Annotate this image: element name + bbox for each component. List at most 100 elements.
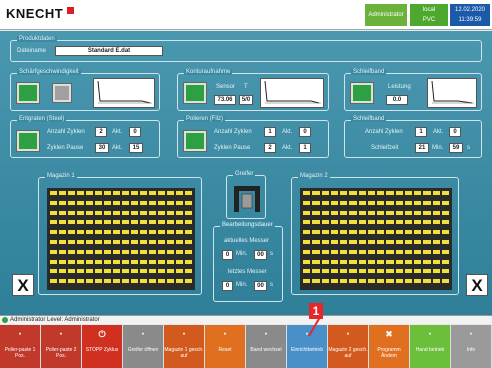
magazine-slot[interactable] <box>50 191 57 195</box>
magazine-slot[interactable] <box>321 279 329 284</box>
magazine-slot[interactable] <box>386 279 394 284</box>
magazine-slot[interactable] <box>349 230 357 235</box>
magazine-slot[interactable] <box>113 279 120 284</box>
magazine-slot[interactable] <box>158 269 165 274</box>
magazine-slot[interactable] <box>104 269 111 274</box>
magazine-slot[interactable] <box>140 230 147 235</box>
magazine-slot[interactable] <box>358 230 366 235</box>
magazine-slot[interactable] <box>404 239 412 244</box>
magazine-slot[interactable] <box>95 200 102 205</box>
magazine-slot[interactable] <box>358 259 366 264</box>
magazine-slot[interactable] <box>158 220 165 225</box>
magazine-slot[interactable] <box>77 239 84 244</box>
magazine-slot[interactable] <box>95 239 102 244</box>
magazine-slot[interactable] <box>122 239 129 244</box>
magazine-slot[interactable] <box>176 191 183 195</box>
magazine-slot[interactable] <box>312 230 320 235</box>
magazine-slot[interactable] <box>340 269 348 274</box>
magazine-slot[interactable] <box>414 200 422 205</box>
magazine-slot[interactable] <box>185 249 192 254</box>
magazine-slot[interactable] <box>423 239 431 244</box>
magazine-slot[interactable] <box>349 191 357 195</box>
magazine-slot[interactable] <box>158 249 165 254</box>
magazine-slot[interactable] <box>149 210 156 215</box>
magazine-slot[interactable] <box>167 279 174 284</box>
magazine-slot[interactable] <box>358 239 366 244</box>
magazine-slot[interactable] <box>423 220 431 225</box>
magazine-slot[interactable] <box>131 230 138 235</box>
magazine-slot[interactable] <box>321 200 329 205</box>
magazine-slot[interactable] <box>367 249 375 254</box>
magazine-slot[interactable] <box>349 239 357 244</box>
magazine-slot[interactable] <box>50 279 57 284</box>
magazine-slot[interactable] <box>86 200 93 205</box>
magazine-slot[interactable] <box>441 230 449 235</box>
contour-button[interactable] <box>184 83 206 103</box>
magazine-slot[interactable] <box>95 279 102 284</box>
magazine-slot[interactable] <box>358 269 366 274</box>
magazine-slot[interactable] <box>340 249 348 254</box>
magazine-slot[interactable] <box>349 200 357 205</box>
magazine-slot[interactable] <box>59 259 66 264</box>
cutting-speed-button-green[interactable] <box>17 83 39 103</box>
magazine-slot[interactable] <box>140 269 147 274</box>
magazine-slot[interactable] <box>113 220 120 225</box>
magazine-slot[interactable] <box>50 220 57 225</box>
magazine-slot[interactable] <box>358 200 366 205</box>
magazine-slot[interactable] <box>432 200 440 205</box>
magazine-slot[interactable] <box>104 279 111 284</box>
magazine-slot[interactable] <box>149 249 156 254</box>
magazine-slot[interactable] <box>377 269 385 274</box>
magazine-slot[interactable] <box>149 230 156 235</box>
toolbar-button-4[interactable]: · Magazin 1 gesch. auf <box>164 325 205 368</box>
magazine-slot[interactable] <box>312 259 320 264</box>
toolbar-button-3[interactable]: · Greifer öffnen <box>123 325 164 368</box>
magazine-slot[interactable] <box>312 220 320 225</box>
close-right-button[interactable]: X <box>466 274 488 296</box>
magazine-slot[interactable] <box>176 210 183 215</box>
magazine-slot[interactable] <box>432 259 440 264</box>
magazine-slot[interactable] <box>303 191 311 195</box>
magazine-slot[interactable] <box>59 200 66 205</box>
magazine-slot[interactable] <box>377 259 385 264</box>
magazine-slot[interactable] <box>312 239 320 244</box>
magazine-slot[interactable] <box>131 259 138 264</box>
magazine-slot[interactable] <box>77 191 84 195</box>
magazine-slot[interactable] <box>185 239 192 244</box>
magazine-slot[interactable] <box>104 191 111 195</box>
magazine-slot[interactable] <box>122 210 129 215</box>
magazine-slot[interactable] <box>303 239 311 244</box>
magazine-slot[interactable] <box>113 249 120 254</box>
magazine-slot[interactable] <box>113 239 120 244</box>
magazine-slot[interactable] <box>50 259 57 264</box>
magazine-slot[interactable] <box>432 220 440 225</box>
magazine-slot[interactable] <box>77 249 84 254</box>
magazine-slot[interactable] <box>68 249 75 254</box>
magazine-slot[interactable] <box>303 279 311 284</box>
magazine-slot[interactable] <box>122 191 129 195</box>
magazine-slot[interactable] <box>131 269 138 274</box>
magazine-slot[interactable] <box>59 191 66 195</box>
magazine-slot[interactable] <box>321 191 329 195</box>
magazine-slot[interactable] <box>68 239 75 244</box>
magazine-slot[interactable] <box>441 239 449 244</box>
magazine-slot[interactable] <box>330 269 338 274</box>
magazine-slot[interactable] <box>441 259 449 264</box>
magazine-slot[interactable] <box>59 230 66 235</box>
magazine-slot[interactable] <box>158 230 165 235</box>
magazine-slot[interactable] <box>122 230 129 235</box>
magazine-slot[interactable] <box>321 259 329 264</box>
magazine-slot[interactable] <box>303 220 311 225</box>
magazine-slot[interactable] <box>122 279 129 284</box>
toolbar-button-11[interactable]: · Info <box>451 325 492 368</box>
magazine-slot[interactable] <box>414 220 422 225</box>
magazine-slot[interactable] <box>441 191 449 195</box>
magazine-slot[interactable] <box>185 269 192 274</box>
magazine-slot[interactable] <box>131 249 138 254</box>
magazine-slot[interactable] <box>68 259 75 264</box>
magazine-slot[interactable] <box>86 230 93 235</box>
toolbar-button-7[interactable]: ·Einrichtbetrieb <box>287 325 328 368</box>
magazine-slot[interactable] <box>404 230 412 235</box>
magazine-slot[interactable] <box>176 259 183 264</box>
magazine-slot[interactable] <box>140 191 147 195</box>
